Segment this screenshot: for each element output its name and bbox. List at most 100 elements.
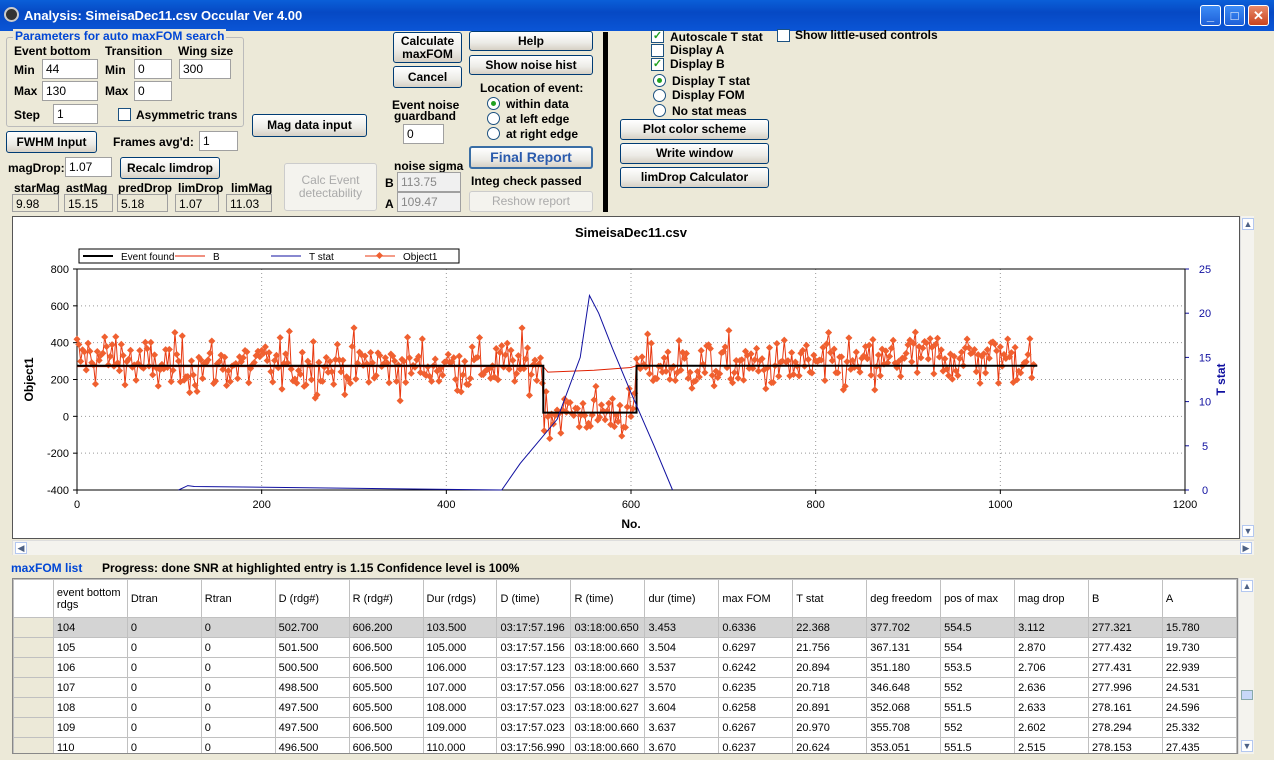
table-cell[interactable]: 2.636: [1014, 677, 1089, 698]
table-row[interactable]: 106 0 0 500.500 606.500 106.000 03:17:57.123 03…: [13, 657, 1237, 678]
row-header[interactable]: [13, 697, 54, 718]
table-cell[interactable]: 107: [52, 677, 128, 698]
asymmetric-trans-checkbox[interactable]: [118, 108, 131, 121]
table-cell[interactable]: 0: [126, 637, 202, 658]
limdrop-calculator-button[interactable]: limDrop Calculator: [620, 167, 769, 188]
column-header[interactable]: mag drop: [1014, 579, 1089, 618]
table-cell[interactable]: 502.700: [274, 617, 350, 638]
table-cell[interactable]: 352.068: [866, 697, 942, 718]
table-cell[interactable]: 0: [200, 737, 276, 753]
chart-vertical-scrollbar[interactable]: ▲ ▼: [1240, 216, 1254, 539]
table-cell[interactable]: 346.648: [866, 677, 942, 698]
final-report-button[interactable]: Final Report: [469, 146, 593, 169]
table-cell[interactable]: 0: [200, 717, 276, 738]
transition-max-input[interactable]: 0: [134, 81, 172, 101]
table-cell[interactable]: 03:18:00.627: [570, 697, 646, 718]
mag-data-input-button[interactable]: Mag data input: [252, 114, 367, 137]
close-button[interactable]: ✕: [1248, 5, 1269, 26]
table-cell[interactable]: 0.6297: [718, 637, 794, 658]
row-header[interactable]: [13, 717, 54, 738]
table-cell[interactable]: 3.637: [644, 717, 720, 738]
table-cell[interactable]: 105.000: [422, 637, 498, 658]
show-noise-hist-button[interactable]: Show noise hist: [469, 55, 593, 75]
table-cell[interactable]: 277.996: [1087, 677, 1163, 698]
table-cell[interactable]: 0.6235: [718, 677, 794, 698]
table-scroll-up-icon[interactable]: ▲: [1241, 580, 1253, 592]
table-cell[interactable]: 103.500: [422, 617, 498, 638]
table-cell[interactable]: 3.504: [644, 637, 720, 658]
column-header[interactable]: Dtran: [126, 579, 202, 618]
recalc-limdrop-button[interactable]: Recalc limdrop: [120, 157, 220, 179]
table-cell[interactable]: 496.500: [274, 737, 350, 753]
chart-horizontal-scrollbar[interactable]: ◀ ▶: [12, 540, 1254, 555]
column-header[interactable]: Rtran: [200, 579, 276, 618]
table-cell[interactable]: 24.531: [1161, 677, 1237, 698]
column-header[interactable]: event bottom rdgs: [52, 579, 128, 618]
table-cell[interactable]: 20.718: [792, 677, 868, 698]
chart-scroll-right-icon[interactable]: ▶: [1240, 542, 1252, 554]
write-window-button[interactable]: Write window: [620, 143, 769, 164]
table-cell[interactable]: 03:18:00.627: [570, 677, 646, 698]
table-cell[interactable]: 104: [52, 617, 128, 638]
table-cell[interactable]: 553.5: [940, 657, 1016, 678]
table-cell[interactable]: 03:17:57.156: [496, 637, 572, 658]
no-stat-meas-radio[interactable]: [653, 104, 666, 117]
table-cell[interactable]: 554.5: [940, 617, 1016, 638]
table-cell[interactable]: 0: [126, 617, 202, 638]
display-tstat-radio[interactable]: [653, 74, 666, 87]
calculate-maxfom-button[interactable]: Calculate maxFOM: [393, 32, 462, 63]
column-header[interactable]: Dur (rdgs): [422, 579, 498, 618]
table-cell[interactable]: 03:17:57.056: [496, 677, 572, 698]
table-row[interactable]: 107 0 0 498.500 605.500 107.000 03:17:57.056 03…: [13, 677, 1237, 698]
table-cell[interactable]: 3.670: [644, 737, 720, 753]
table-cell[interactable]: 2.633: [1014, 697, 1089, 718]
table-row[interactable]: 109 0 0 497.500 606.500 109.000 03:17:57.023 03…: [13, 717, 1237, 738]
table-cell[interactable]: 21.756: [792, 637, 868, 658]
table-cell[interactable]: 606.500: [348, 717, 424, 738]
table-cell[interactable]: 03:17:57.023: [496, 717, 572, 738]
table-cell[interactable]: 20.891: [792, 697, 868, 718]
minimize-button[interactable]: _: [1200, 5, 1221, 26]
table-cell[interactable]: 22.939: [1161, 657, 1237, 678]
table-cell[interactable]: 606.500: [348, 657, 424, 678]
table-cell[interactable]: 355.708: [866, 717, 942, 738]
table-cell[interactable]: 0: [200, 617, 276, 638]
cancel-button[interactable]: Cancel: [393, 66, 462, 88]
table-cell[interactable]: 03:18:00.650: [570, 617, 646, 638]
table-cell[interactable]: 501.500: [274, 637, 350, 658]
table-cell[interactable]: 106.000: [422, 657, 498, 678]
table-cell[interactable]: 108.000: [422, 697, 498, 718]
chart-scroll-left-icon[interactable]: ◀: [15, 542, 27, 554]
guardband-input[interactable]: 0: [403, 124, 444, 144]
table-cell[interactable]: 498.500: [274, 677, 350, 698]
table-cell[interactable]: 552: [940, 717, 1016, 738]
table-cell[interactable]: 551.5: [940, 737, 1016, 753]
chart-scroll-up-icon[interactable]: ▲: [1242, 218, 1254, 230]
column-header[interactable]: dur (time): [644, 579, 720, 618]
table-cell[interactable]: 27.435: [1161, 737, 1237, 753]
plot-color-scheme-button[interactable]: Plot color scheme: [620, 119, 769, 140]
show-little-used-checkbox[interactable]: [777, 29, 790, 42]
table-cell[interactable]: 278.153: [1087, 737, 1163, 753]
help-button[interactable]: Help: [469, 31, 593, 51]
row-header[interactable]: [13, 637, 54, 658]
table-cell[interactable]: 0.6242: [718, 657, 794, 678]
table-cell[interactable]: 3.604: [644, 697, 720, 718]
table-cell[interactable]: 351.180: [866, 657, 942, 678]
row-header[interactable]: [13, 677, 54, 698]
table-cell[interactable]: 20.894: [792, 657, 868, 678]
row-header[interactable]: [13, 617, 54, 638]
chart-scroll-down-icon[interactable]: ▼: [1242, 525, 1254, 537]
event-bottom-max-input[interactable]: 130: [42, 81, 98, 101]
step-input[interactable]: 1: [53, 104, 98, 124]
table-cell[interactable]: 20.970: [792, 717, 868, 738]
table-scroll-thumb[interactable]: [1241, 690, 1253, 700]
table-cell[interactable]: 0.6267: [718, 717, 794, 738]
table-cell[interactable]: 606.200: [348, 617, 424, 638]
location-right-radio[interactable]: [487, 127, 500, 140]
event-bottom-min-input[interactable]: 44: [42, 59, 98, 79]
table-cell[interactable]: 25.332: [1161, 717, 1237, 738]
table-cell[interactable]: 03:17:57.123: [496, 657, 572, 678]
calc-event-detectability-button[interactable]: Calc Event detectability: [284, 163, 377, 211]
table-cell[interactable]: 108: [52, 697, 128, 718]
